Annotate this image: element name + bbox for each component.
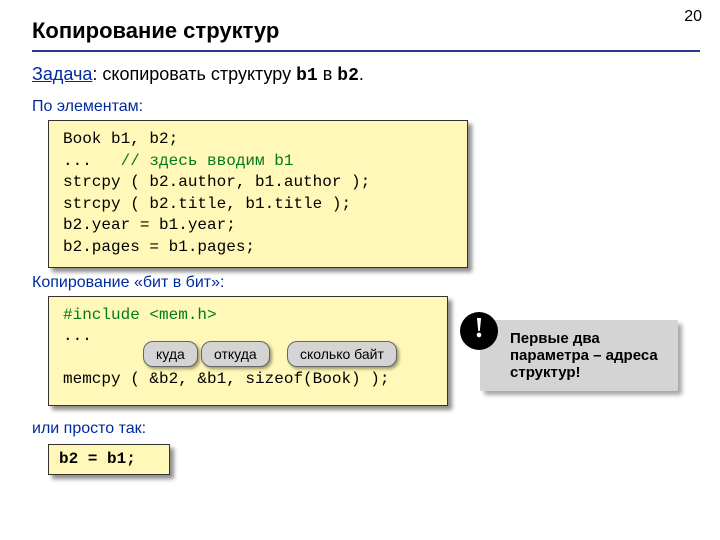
page-number: 20: [684, 8, 702, 26]
param-tag-size: сколько байт: [287, 341, 397, 368]
code-block-assign: b2 = b1;: [48, 444, 170, 476]
slide-title: Копирование структур: [0, 0, 720, 50]
code1-l6: b2.pages = b1.pages;: [63, 238, 255, 256]
code-block-memcpy: #include <mem.h> ... memcpy ( &b2, &b1, …: [48, 296, 448, 406]
code2-l3: memcpy ( &b2, &b1, sizeof(Book) );: [63, 370, 389, 388]
code-block-elements: Book b1, b2; ... // здесь вводим b1 strc…: [48, 120, 468, 268]
param-tag-src: откуда: [201, 341, 270, 368]
title-underline: [32, 50, 700, 52]
task-text-pre: : скопировать структуру: [92, 64, 296, 84]
code2-l2: ...: [63, 327, 92, 345]
task-var1: b1: [296, 66, 318, 86]
code2-l1: #include <mem.h>: [63, 306, 217, 324]
section-by-elements: По элементам:: [0, 98, 720, 116]
code1-l2a: ...: [63, 152, 121, 170]
section-bit-by-bit: Копирование «бит в бит»:: [0, 274, 720, 292]
code1-l1: Book b1, b2;: [63, 130, 178, 148]
task-end: .: [359, 64, 364, 84]
code1-l4: strcpy ( b2.title, b1.title );: [63, 195, 351, 213]
task-mid: в: [318, 64, 338, 84]
callout-box: Первые два параметра – адреса структур!: [480, 320, 678, 391]
section-simple: или просто так:: [0, 420, 720, 438]
task-var2: b2: [337, 66, 359, 86]
task-label: Задача: [32, 64, 92, 84]
exclamation-icon: !: [460, 312, 498, 350]
code1-l5: b2.year = b1.year;: [63, 216, 236, 234]
code1-l3: strcpy ( b2.author, b1.author );: [63, 173, 370, 191]
code1-l2b: // здесь вводим b1: [121, 152, 294, 170]
task-line: Задача: скопировать структуру b1 в b2.: [0, 62, 720, 94]
param-tag-dest: куда: [143, 341, 198, 368]
